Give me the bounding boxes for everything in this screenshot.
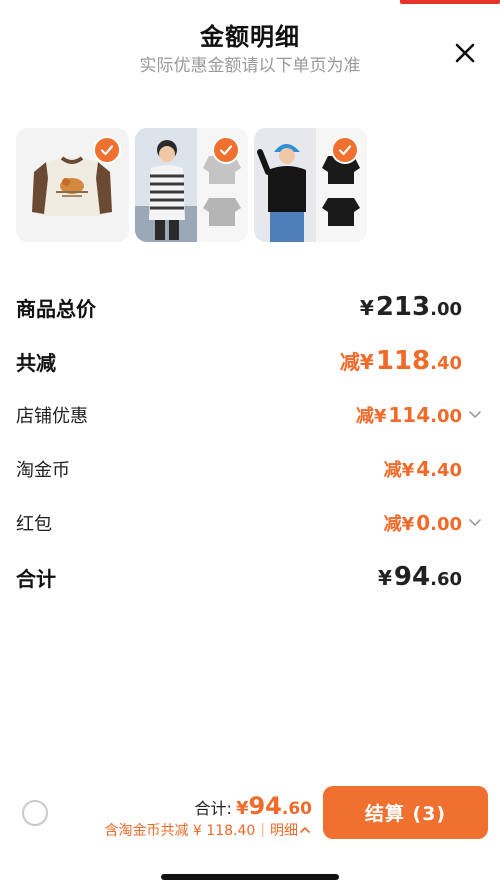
top-accent-bar bbox=[400, 0, 500, 4]
taojinbi-value: 减 ¥4.40 bbox=[384, 456, 484, 482]
red-packet-label: 红包 bbox=[16, 514, 52, 535]
top-status-strip bbox=[0, 0, 500, 6]
yen-sign: ¥ bbox=[401, 514, 415, 535]
check-icon bbox=[100, 145, 114, 156]
discount-prefix: 减 bbox=[383, 460, 402, 481]
yen-sign: ¥ bbox=[359, 350, 374, 374]
amount-int: 0 bbox=[416, 511, 431, 535]
footer-sum: 合计: ¥94.60 bbox=[195, 792, 312, 820]
sheet-header: 金额明细 实际优惠金额请以下单页为准 bbox=[0, 20, 500, 78]
home-indicator bbox=[161, 874, 339, 880]
row-taojinbi: 淘金币 减 ¥4.40 bbox=[16, 442, 484, 496]
chevron-down-icon[interactable] bbox=[466, 514, 484, 532]
yen-sign: ¥ bbox=[235, 798, 249, 819]
product-thumb-1[interactable] bbox=[16, 128, 129, 242]
row-red-packet[interactable]: 红包 减 ¥0.00 bbox=[16, 496, 484, 550]
total-price-label: 商品总价 bbox=[16, 296, 96, 321]
close-icon bbox=[455, 43, 475, 63]
discount-prefix: 减 bbox=[355, 406, 374, 427]
yen-sign: ¥ bbox=[378, 566, 392, 590]
amount-int: 94 bbox=[248, 792, 282, 820]
discount-summary-text: 含淘金币共减 ¥ 118.40 bbox=[104, 823, 256, 839]
sheet-subtitle: 实际优惠金额请以下单页为准 bbox=[139, 56, 361, 76]
amount-int: 4 bbox=[416, 457, 431, 481]
amount-int: 114 bbox=[388, 403, 431, 427]
amount-breakdown: 商品总价 ¥213.00 共减 减 ¥118.40 店铺优惠 减 ¥114.00 淘… bbox=[16, 280, 484, 604]
check-icon bbox=[338, 145, 352, 156]
amount-int: 94 bbox=[393, 562, 431, 592]
row-shop-discount[interactable]: 店铺优惠 减 ¥114.00 bbox=[16, 388, 484, 442]
total-discount-label: 共减 bbox=[16, 350, 56, 375]
amount-dec: .00 bbox=[430, 299, 462, 320]
chevron-up-icon bbox=[300, 827, 310, 833]
shop-discount-value: 减 ¥114.00 bbox=[356, 402, 484, 428]
total-discount-value: 减 ¥118.40 bbox=[340, 346, 484, 376]
product-thumb-2[interactable] bbox=[135, 128, 248, 242]
close-button[interactable] bbox=[448, 36, 482, 70]
chevron-down-icon[interactable] bbox=[466, 406, 484, 424]
footer-sum-label: 合计: bbox=[194, 799, 232, 818]
check-icon bbox=[219, 145, 233, 156]
amount-int: 213 bbox=[375, 292, 431, 322]
total-price-value: ¥213.00 bbox=[360, 292, 484, 322]
yen-sign: ¥ bbox=[401, 460, 415, 481]
discount-prefix: 减 bbox=[383, 514, 402, 535]
amount-dec: .40 bbox=[430, 460, 462, 481]
grand-total-label: 合计 bbox=[16, 566, 56, 591]
footer-discount-summary: 含淘金币共减 ¥ 118.40 | 明细 bbox=[104, 820, 312, 840]
checkout-bar: 合计: ¥94.60 含淘金币共减 ¥ 118.40 | 明细 结算 (3) bbox=[0, 782, 500, 842]
amount-dec: .60 bbox=[430, 569, 462, 590]
grand-total-value: ¥94.60 bbox=[378, 562, 484, 592]
row-total-price: 商品总价 ¥213.00 bbox=[16, 280, 484, 334]
checkout-button[interactable]: 结算 (3) bbox=[323, 786, 488, 839]
selected-check-1 bbox=[93, 136, 121, 164]
footer-sum-value: ¥94.60 bbox=[236, 792, 312, 820]
amount-dec: .40 bbox=[430, 353, 462, 374]
red-packet-value: 减 ¥0.00 bbox=[384, 510, 484, 536]
shop-discount-label: 店铺优惠 bbox=[16, 406, 88, 427]
row-grand-total: 合计 ¥94.60 bbox=[16, 550, 484, 604]
row-total-discount: 共减 减 ¥118.40 bbox=[16, 334, 484, 388]
detail-label: 明细 bbox=[270, 823, 298, 839]
amount-dec: .00 bbox=[430, 406, 462, 427]
detail-toggle[interactable]: 明细 bbox=[270, 820, 312, 840]
select-all-radio[interactable] bbox=[22, 800, 48, 826]
yen-sign: ¥ bbox=[373, 406, 387, 427]
selected-check-3 bbox=[331, 136, 359, 164]
amount-dec: .60 bbox=[281, 799, 312, 819]
selected-check-2 bbox=[212, 136, 240, 164]
amount-dec: .00 bbox=[430, 514, 462, 535]
product-thumbnails bbox=[16, 128, 367, 242]
yen-sign: ¥ bbox=[359, 296, 374, 320]
sheet-title: 金额明细 bbox=[200, 23, 300, 51]
amount-int: 118 bbox=[375, 346, 431, 376]
taojinbi-label: 淘金币 bbox=[16, 460, 70, 481]
summary-separator: | bbox=[260, 822, 265, 838]
product-thumb-3[interactable] bbox=[254, 128, 367, 242]
discount-prefix: 减 bbox=[339, 350, 360, 374]
